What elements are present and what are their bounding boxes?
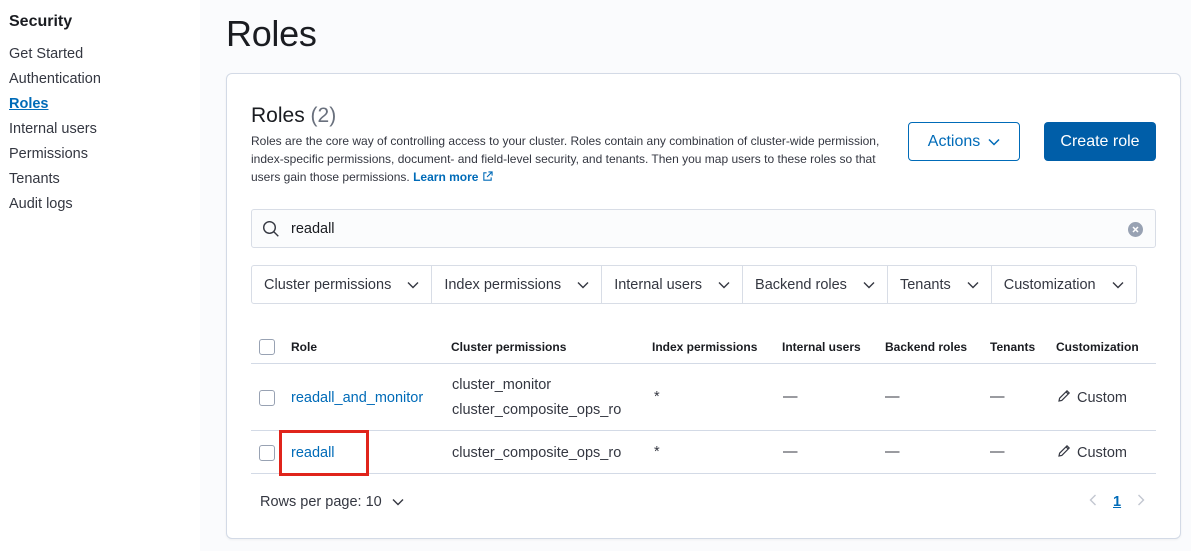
filter-group: Cluster permissions Index permissions In… [251, 265, 1137, 304]
column-header-role[interactable]: Role [291, 340, 317, 354]
external-link-icon [482, 169, 493, 187]
chevron-down-icon [392, 494, 404, 510]
internal-users-value: — [783, 389, 798, 405]
filter-label: Backend roles [755, 276, 847, 293]
column-header-internal-users[interactable]: Internal users [782, 340, 861, 354]
filter-label: Index permissions [444, 276, 562, 293]
chevron-down-icon [577, 277, 589, 293]
row-checkbox[interactable] [259, 390, 275, 406]
chevron-down-icon [718, 277, 730, 293]
index-permission: * [654, 389, 660, 405]
pencil-icon [1057, 444, 1071, 462]
tenants-value: — [990, 389, 1005, 405]
search-icon [262, 220, 280, 243]
learn-more-link[interactable]: Learn more [413, 170, 478, 184]
search-input[interactable]: readall [291, 221, 335, 237]
row-checkbox[interactable] [259, 445, 275, 461]
customization-value: Custom [1057, 389, 1127, 407]
sidebar: Security Get Started Authentication Role… [0, 0, 200, 551]
page-title: Roles [226, 13, 317, 54]
pencil-icon [1057, 389, 1071, 407]
cluster-permission: cluster_composite_ops_ro [452, 445, 622, 461]
sidebar-item-get-started[interactable]: Get Started [9, 46, 83, 62]
role-count: (2) [310, 104, 337, 127]
highlight-annotation [279, 430, 369, 476]
column-header-customization[interactable]: Customization [1056, 340, 1139, 354]
customization-value: Custom [1057, 444, 1127, 462]
column-header-cluster-permissions[interactable]: Cluster permissions [451, 340, 566, 354]
filter-label: Cluster permissions [264, 276, 392, 293]
create-role-button[interactable]: Create role [1044, 122, 1156, 161]
customization-label: Custom [1077, 390, 1127, 406]
column-header-tenants[interactable]: Tenants [990, 340, 1035, 354]
chevron-down-icon [988, 133, 1000, 151]
sidebar-item-authentication[interactable]: Authentication [9, 71, 101, 87]
filter-label: Internal users [614, 276, 703, 293]
filter-customization[interactable]: Customization [992, 266, 1136, 303]
sidebar-item-audit-logs[interactable]: Audit logs [9, 196, 73, 212]
description-text: Roles are the core way of controlling ac… [251, 134, 880, 184]
chevron-down-icon [1112, 277, 1124, 293]
panel-title-text: Roles [251, 104, 305, 127]
chevron-down-icon [407, 277, 419, 293]
tenants-value: — [990, 444, 1005, 460]
panel-title: Roles (2) [251, 104, 336, 128]
backend-roles-value: — [885, 389, 900, 405]
pagination: 1 [1089, 494, 1145, 510]
select-all-checkbox[interactable] [259, 339, 275, 355]
filter-index-permissions[interactable]: Index permissions [432, 266, 603, 303]
clear-search-icon[interactable] [1128, 222, 1143, 242]
sidebar-item-internal-users[interactable]: Internal users [9, 121, 97, 137]
panel-description: Roles are the core way of controlling ac… [251, 132, 891, 187]
backend-roles-value: — [885, 444, 900, 460]
cluster-permission: cluster_composite_ops_ro [452, 402, 622, 418]
actions-label: Actions [927, 132, 981, 150]
column-header-index-permissions[interactable]: Index permissions [652, 340, 757, 354]
sidebar-title: Security [9, 13, 73, 30]
filter-tenants[interactable]: Tenants [888, 266, 992, 303]
filter-backend-roles[interactable]: Backend roles [743, 266, 888, 303]
rows-per-page-button[interactable]: Rows per page: 10 [260, 494, 404, 510]
sidebar-item-roles[interactable]: Roles [9, 96, 49, 112]
chevron-down-icon [967, 277, 979, 293]
filter-cluster-permissions[interactable]: Cluster permissions [252, 266, 433, 303]
row-divider [251, 430, 1156, 431]
filter-internal-users[interactable]: Internal users [602, 266, 744, 303]
chevron-down-icon [863, 277, 875, 293]
search-bar[interactable]: readall [251, 209, 1156, 248]
rows-per-page-label: Rows per page: 10 [260, 494, 382, 510]
row-divider [251, 473, 1156, 474]
sidebar-item-tenants[interactable]: Tenants [9, 171, 60, 187]
chevron-right-icon[interactable] [1137, 494, 1145, 510]
header-divider [251, 363, 1156, 364]
role-link[interactable]: readall_and_monitor [291, 390, 423, 406]
index-permission: * [654, 444, 660, 460]
sidebar-item-permissions[interactable]: Permissions [9, 146, 88, 162]
customization-label: Custom [1077, 445, 1127, 461]
actions-button[interactable]: Actions [908, 122, 1020, 161]
page-number[interactable]: 1 [1113, 494, 1121, 510]
filter-label: Tenants [899, 276, 951, 293]
column-header-backend-roles[interactable]: Backend roles [885, 340, 967, 354]
chevron-left-icon[interactable] [1089, 494, 1097, 510]
internal-users-value: — [783, 444, 798, 460]
cluster-permission: cluster_monitor [452, 377, 552, 393]
filter-label: Customization [1003, 276, 1096, 293]
roles-panel: Roles (2) Roles are the core way of cont… [226, 73, 1181, 539]
